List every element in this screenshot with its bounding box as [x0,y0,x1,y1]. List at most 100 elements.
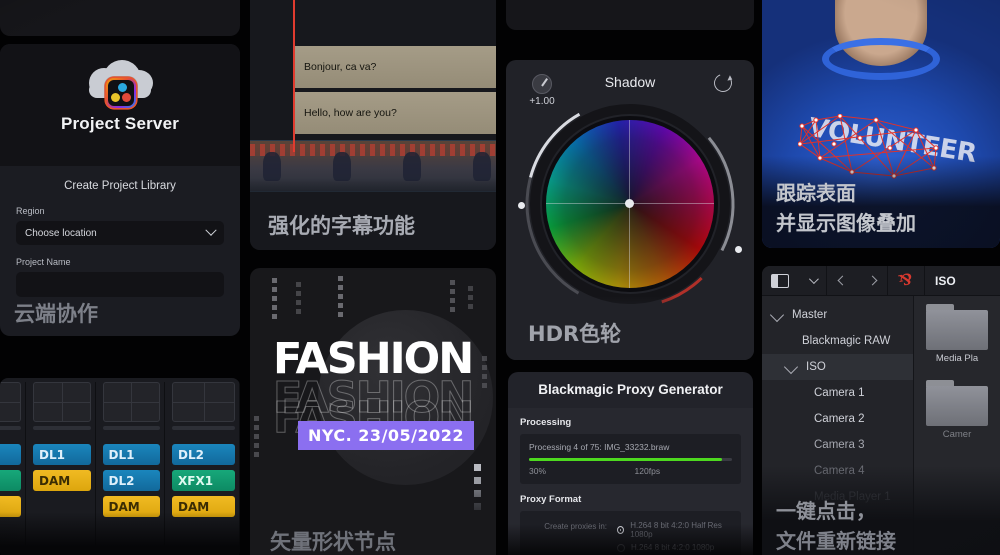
shadow-card-caption: HDR色轮 [528,322,622,346]
bin-label: Camera 3 [814,439,865,451]
project-name-input[interactable] [16,272,224,297]
davinci-cloud-icon [87,58,153,110]
node-dots [468,286,473,309]
subtitle-card: Bonjour, ca va? Hello, how are you? 强化的字… [250,0,496,250]
timeline-column [0,382,26,555]
timeline-clip[interactable]: DL2 [102,470,160,491]
timeline-clip[interactable]: DL2 [172,444,235,465]
timeline-column: DL2 XFX1 DAM [168,382,240,555]
timeline-card: DL1 DAM DL1 DL2 DAM DL2 XFX1 DAM [0,378,240,555]
timeline-clip[interactable]: DL1 [102,444,160,465]
top-partial-card-middle [506,0,754,30]
top-partial-card-left [0,0,240,36]
audio-waveform-bar [172,426,235,430]
audio-waveform-bar [33,426,91,430]
broken-link-icon: ⅋ [897,269,915,291]
subtitle-card-caption: 强化的字幕功能 [268,214,415,238]
chevron-down-icon [808,274,819,285]
subtitle-text: Hello, how are you? [304,107,397,119]
color-wheel[interactable] [518,99,742,309]
twisty-icon[interactable] [769,307,785,323]
region-value: Choose location [25,227,97,239]
region-select[interactable]: Choose location [16,221,224,245]
left-ring-handle[interactable] [518,202,525,209]
clip-label: DL1 [108,447,135,462]
fashion-date-badge: NYC. 23/05/2022 [298,421,475,450]
bin-tree-item-master[interactable]: Master [762,302,913,328]
proxy-format-header: Proxy Format [520,494,582,505]
node-dots [482,356,487,388]
folder-label: Camer [942,429,972,440]
project-server-card: Project Server Create Project Library Re… [0,44,240,336]
bin-tree-item-camera-2[interactable]: Camera 2 [762,406,913,432]
project-server-header: Project Server [0,44,240,166]
audio-waveform-bar [0,426,21,430]
timeline-clip[interactable]: DAM [172,496,235,517]
clip-label: DL2 [178,447,204,462]
page-title: Project Server [60,114,180,133]
bin-label: ISO [806,361,826,373]
bin-label: Camera 2 [814,413,865,425]
media-pool-card: ⅋ ISO Master Blackmagic RAW ISO Camera 1… [762,266,1000,555]
project-server-caption: 云端协作 [14,302,98,326]
navigate-back-button[interactable] [827,266,857,296]
arrow-left-icon [837,275,847,286]
navigate-forward-button[interactable] [857,266,887,296]
folder-item[interactable]: Media Pla [926,304,988,364]
bin-tree-item-blackmagic-raw[interactable]: Blackmagic RAW [762,328,913,354]
fashion-card: FASHION FASHION FASHION NYC. 23/05/2022 … [250,268,496,555]
davinci-resolve-logo [106,78,136,108]
timeline-column: DL1 DAM [29,382,96,555]
form-subtitle: Create Project Library [64,180,176,192]
bin-dropdown-button[interactable] [798,266,826,296]
audio-waveform-bar [102,426,160,430]
timeline-clip[interactable] [0,496,21,517]
node-dots [272,278,277,319]
bin-tree-item-camera-1[interactable]: Camera 1 [762,380,913,406]
folder-label: Media Pla [935,353,979,364]
collar [822,38,940,80]
surface-tracking-card: VOLUNTEER 跟踪表面 并显示图像叠加 [762,0,1000,248]
track-caption-line2: 并显示图像叠加 [776,211,916,235]
chevron-down-icon [205,224,217,236]
project-server-form: Create Project Library Region Choose loc… [0,166,240,297]
timeline-clip[interactable]: DL1 [33,444,91,465]
bin-label: Master [792,309,828,321]
timeline-clip[interactable] [0,444,21,465]
relink-clips-button[interactable]: ⅋ [888,266,924,296]
pool-caption-line1: 一键点击， [776,499,876,523]
subtitle-text: Bonjour, ca va? [304,61,377,73]
project-name-label: Project Name [16,257,71,267]
bin-tree-item-iso[interactable]: ISO [762,354,913,380]
media-pool-toolbar: ⅋ ISO [762,266,1000,296]
node-dots [296,282,301,314]
folder-item[interactable]: Camer [926,380,988,440]
timeline-column: DL1 DL2 DAM [99,382,165,555]
track-caption-line1: 跟踪表面 [776,181,856,205]
subtitle-clip-1[interactable]: Bonjour, ca va? [293,46,496,88]
bin-tree-item-camera-3[interactable]: Camera 3 [762,432,913,458]
clip-preview [172,382,235,422]
panel-layout-button[interactable] [762,266,798,296]
clip-preview [0,382,21,422]
timeline-clip[interactable]: DAM [33,470,91,491]
progress-fps: 120fps [634,466,661,476]
clip-label: DL2 [108,473,135,488]
screenshot-root: Project Server Create Project Library Re… [0,0,1000,555]
playhead[interactable] [293,0,295,152]
wheel-center-handle[interactable] [625,199,634,208]
twisty-icon[interactable] [783,359,799,375]
processing-panel: Processing 4 of 75: IMG_33232.braw 30% 1… [520,434,741,484]
right-ring-handle[interactable] [735,246,742,253]
timeline-clip[interactable]: DAM [102,496,160,517]
folder-icon [926,304,988,350]
clip-preview [102,382,160,422]
timeline-clip[interactable] [0,470,21,491]
proxy-generator-card: Blackmagic Proxy Generator Processing Pr… [508,372,753,555]
clip-label: DL1 [39,447,65,462]
node-dots [338,276,343,317]
panel-layout-icon [771,273,789,288]
current-bin-label: ISO [935,273,956,288]
subtitle-clip-2[interactable]: Hello, how are you? [293,92,496,134]
timeline-clip[interactable]: XFX1 [172,470,235,491]
